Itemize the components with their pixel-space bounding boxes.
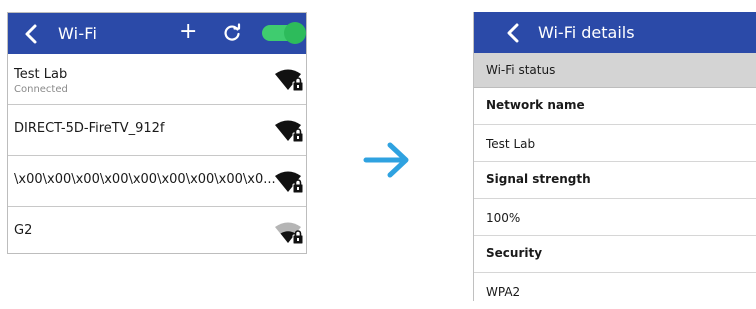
network-ssid: DIRECT-5D-FireTV_912f — [14, 121, 165, 136]
wifi-lock-weak-icon — [275, 222, 304, 245]
wifi-status-section: Wi-Fi status — [474, 53, 756, 88]
field-label-network-name: Network name — [474, 88, 756, 125]
back-chevron-icon[interactable] — [502, 21, 526, 45]
field-label: Security — [486, 246, 543, 260]
wifi-lock-icon — [275, 69, 304, 92]
wifi-header: Wi-Fi + — [8, 13, 306, 54]
network-row[interactable]: \x00\x00\x00\x00\x00\x00\x00\x00\x0... — [8, 156, 306, 207]
details-header: Wi-Fi details — [474, 12, 756, 53]
network-status: Connected — [14, 84, 68, 95]
page-title: Wi-Fi — [58, 24, 98, 43]
right-arrow-icon — [363, 142, 409, 178]
wifi-details-screen: Wi-Fi details Wi-Fi status Network name … — [473, 12, 756, 301]
network-row[interactable]: G2 — [8, 207, 306, 257]
network-row[interactable]: DIRECT-5D-FireTV_912f — [8, 105, 306, 156]
network-ssid: Test Lab — [14, 67, 68, 82]
network-list: Test Lab Connected DIRECT-5D-FireTV_912f… — [8, 54, 306, 257]
wifi-lock-icon — [275, 120, 304, 143]
field-value: WPA2 — [486, 285, 521, 299]
field-label: Signal strength — [486, 172, 591, 186]
network-ssid: \x00\x00\x00\x00\x00\x00\x00\x00\x0... — [14, 172, 276, 187]
network-row[interactable]: Test Lab Connected — [8, 54, 306, 105]
wifi-lock-icon — [275, 171, 304, 194]
wifi-toggle[interactable] — [262, 22, 306, 44]
section-label: Wi-Fi status — [486, 63, 556, 77]
field-value-security: WPA2 — [474, 273, 756, 309]
page-title: Wi-Fi details — [538, 23, 635, 42]
field-value: Test Lab — [486, 137, 536, 151]
field-value-network-name: Test Lab — [474, 125, 756, 162]
back-chevron-icon[interactable] — [20, 22, 44, 46]
field-label: Network name — [486, 98, 585, 112]
field-value: 100% — [486, 211, 521, 225]
field-value-signal-strength: 100% — [474, 199, 756, 236]
toggle-knob — [284, 22, 306, 44]
add-network-button[interactable]: + — [179, 20, 197, 44]
refresh-icon[interactable] — [222, 23, 242, 43]
wifi-list-screen: Wi-Fi + Test Lab Connected DIRECT-5D-Fir… — [7, 12, 307, 254]
field-label-security: Security — [474, 236, 756, 273]
network-ssid: G2 — [14, 223, 33, 238]
field-label-signal-strength: Signal strength — [474, 162, 756, 199]
